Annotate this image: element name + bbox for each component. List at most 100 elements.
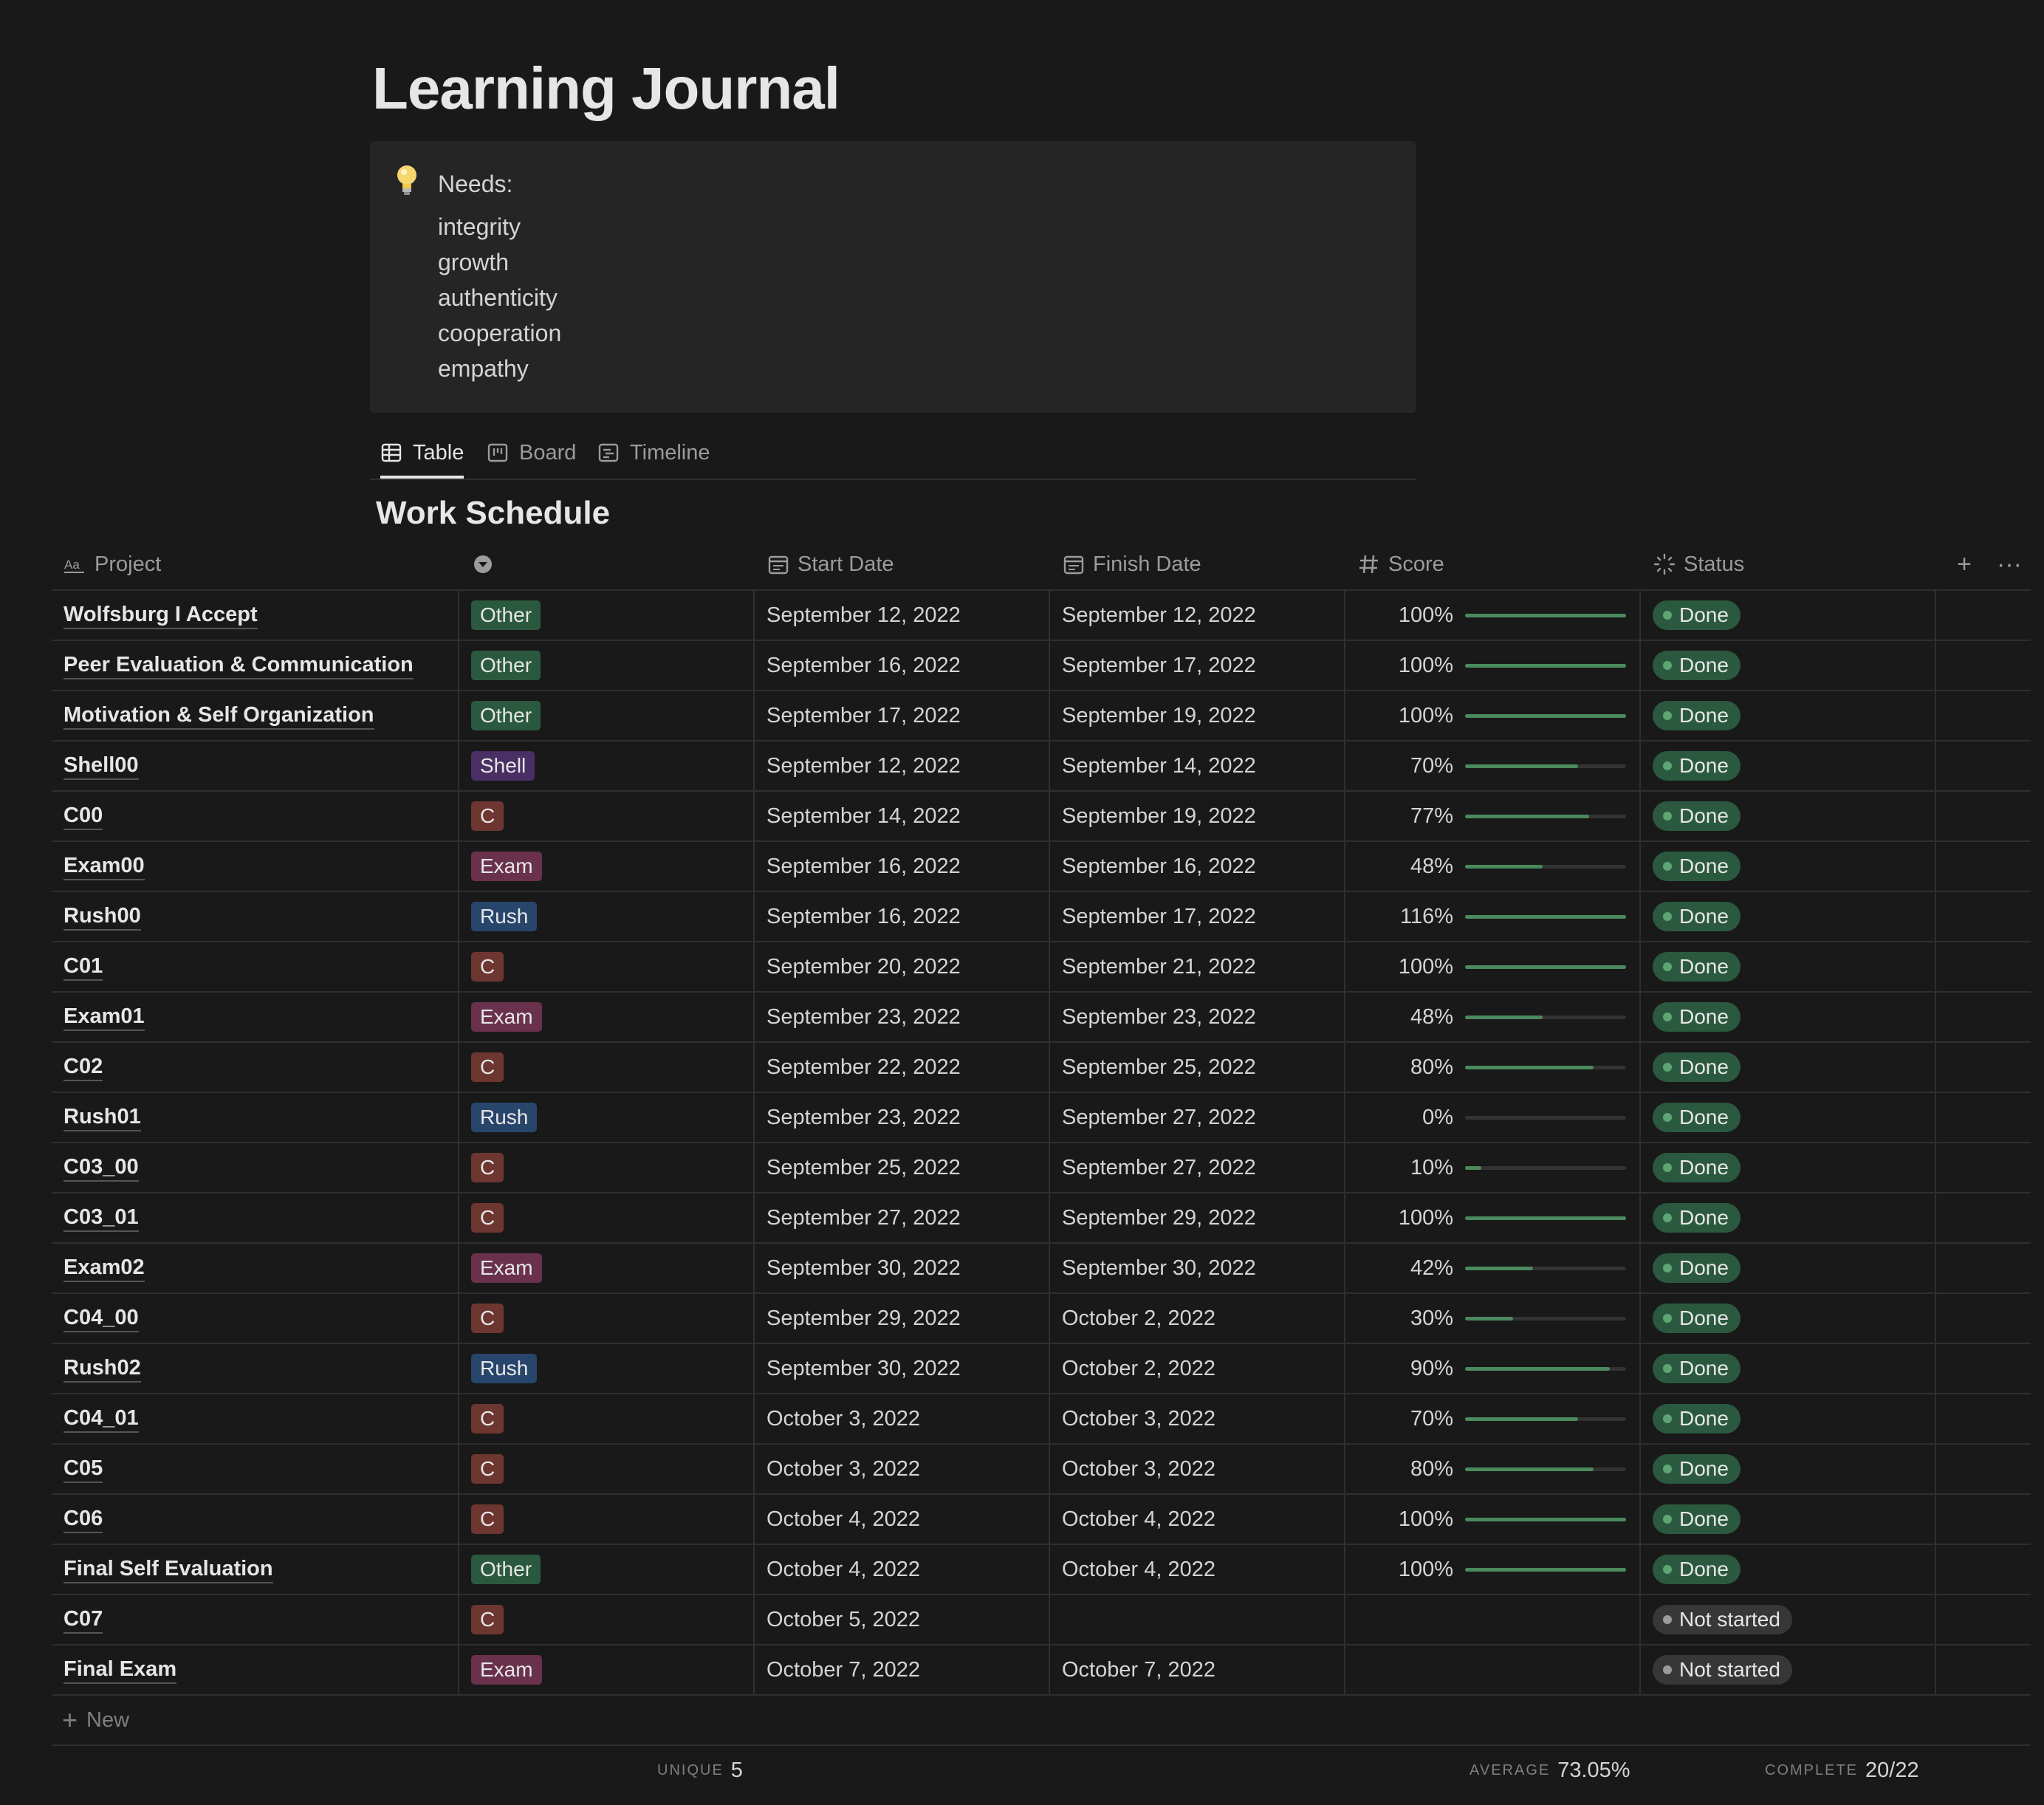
project-cell[interactable]: C04_01 [64,1394,139,1443]
start-date-cell[interactable]: September 30, 2022 [766,1344,961,1393]
start-date-cell[interactable]: September 23, 2022 [766,1093,961,1142]
score-cell[interactable]: 100% [1357,591,1653,640]
project-name[interactable]: Final Exam [64,1656,177,1684]
project-name[interactable]: C03_00 [64,1154,139,1182]
tag-cell[interactable]: C [471,1294,504,1343]
project-name[interactable]: Rush01 [64,1103,141,1131]
column-header-finish-date[interactable]: Finish Date [1062,539,1201,589]
score-cell[interactable]: 100% [1357,641,1653,690]
finish-date-cell[interactable]: September 17, 2022 [1062,641,1256,690]
status-cell[interactable]: Done [1653,691,1741,740]
project-name[interactable]: Exam02 [64,1254,145,1282]
score-cell[interactable]: 80% [1357,1445,1653,1493]
project-name[interactable]: Peer Evaluation & Communication [64,651,414,679]
tab-board[interactable]: Board [487,428,576,477]
project-name[interactable]: C03_01 [64,1204,139,1232]
table-row[interactable]: Exam00 Exam September 16, 2022 September… [52,842,2031,892]
finish-date-cell[interactable]: September 19, 2022 [1062,792,1256,840]
table-row[interactable]: Exam02 Exam September 30, 2022 September… [52,1244,2031,1294]
page-title[interactable]: Learning Journal [372,52,840,126]
start-date-cell[interactable]: September 30, 2022 [766,1244,961,1292]
finish-date-cell[interactable]: September 21, 2022 [1062,942,1256,991]
tag-cell[interactable]: C [471,1394,504,1443]
table-row[interactable]: Final Self Evaluation Other October 4, 2… [52,1545,2031,1595]
score-cell[interactable]: 100% [1357,1193,1653,1242]
project-cell[interactable]: Motivation & Self Organization [64,691,374,740]
finish-date-cell[interactable]: September 27, 2022 [1062,1093,1256,1142]
tab-timeline[interactable]: Timeline [597,428,710,477]
score-cell[interactable]: 42% [1357,1244,1653,1292]
project-cell[interactable]: Shell00 [64,741,139,790]
finish-date-cell[interactable]: October 3, 2022 [1062,1445,1215,1493]
table-row[interactable]: C07 C October 5, 2022 Not started [52,1595,2031,1645]
project-cell[interactable]: C02 [64,1043,103,1092]
start-date-cell[interactable]: October 4, 2022 [766,1545,920,1594]
start-date-cell[interactable]: September 27, 2022 [766,1193,961,1242]
column-header-tag[interactable] [471,539,502,589]
project-name[interactable]: C01 [64,953,103,981]
start-date-cell[interactable]: October 3, 2022 [766,1445,920,1493]
tag-cell[interactable]: Exam [471,842,542,891]
project-name[interactable]: Exam01 [64,1003,145,1031]
start-date-cell[interactable]: September 17, 2022 [766,691,961,740]
project-cell[interactable]: Final Exam [64,1645,177,1694]
project-cell[interactable]: C03_00 [64,1143,139,1192]
finish-date-cell[interactable]: October 2, 2022 [1062,1344,1215,1393]
score-cell[interactable]: 100% [1357,1545,1653,1594]
column-header-score[interactable]: Score [1357,539,1444,589]
table-row[interactable]: Wolfsburg I Accept Other September 12, 2… [52,591,2031,641]
project-name[interactable]: Rush00 [64,902,141,931]
finish-date-cell[interactable]: September 27, 2022 [1062,1143,1256,1192]
score-cell[interactable]: 10% [1357,1143,1653,1192]
table-row[interactable]: Rush00 Rush September 16, 2022 September… [52,892,2031,942]
finish-date-cell[interactable]: September 14, 2022 [1062,741,1256,790]
project-name[interactable]: C07 [64,1606,103,1634]
project-cell[interactable]: C03_01 [64,1193,139,1242]
score-cell[interactable]: 116% [1357,892,1653,941]
project-name[interactable]: Wolfsburg I Accept [64,601,258,629]
table-row[interactable]: C04_00 C September 29, 2022 October 2, 2… [52,1294,2031,1344]
status-cell[interactable]: Not started [1653,1645,1792,1694]
needs-callout[interactable]: Needs: integrity growth authenticity coo… [370,141,1416,413]
table-row[interactable]: C06 C October 4, 2022 October 4, 2022 10… [52,1495,2031,1545]
start-date-cell[interactable]: September 14, 2022 [766,792,961,840]
tag-cell[interactable]: Rush [471,1344,538,1393]
finish-date-cell[interactable]: October 4, 2022 [1062,1545,1215,1594]
finish-date-cell[interactable]: September 19, 2022 [1062,691,1256,740]
table-row[interactable]: Motivation & Self Organization Other Sep… [52,691,2031,741]
status-cell[interactable]: Not started [1653,1595,1792,1644]
project-cell[interactable]: C06 [64,1495,103,1544]
finish-date-cell[interactable]: September 25, 2022 [1062,1043,1256,1092]
finish-date-cell[interactable]: September 30, 2022 [1062,1244,1256,1292]
start-date-cell[interactable]: October 4, 2022 [766,1495,920,1544]
project-name[interactable]: C02 [64,1053,103,1081]
tag-cell[interactable]: C [471,792,504,840]
status-cell[interactable]: Done [1653,942,1741,991]
finish-date-cell[interactable]: October 3, 2022 [1062,1394,1215,1443]
finish-date-cell[interactable]: October 2, 2022 [1062,1294,1215,1343]
tag-cell[interactable]: Exam [471,1645,542,1694]
score-cell[interactable]: 70% [1357,1394,1653,1443]
score-cell[interactable]: 48% [1357,842,1653,891]
project-name[interactable]: C00 [64,802,103,830]
table-row[interactable]: Rush02 Rush September 30, 2022 October 2… [52,1344,2031,1394]
project-cell[interactable]: Exam01 [64,993,145,1041]
table-row[interactable]: C00 C September 14, 2022 September 19, 2… [52,792,2031,842]
tab-table[interactable]: Table [380,428,464,479]
status-cell[interactable]: Done [1653,1545,1741,1594]
column-header-status[interactable]: Status [1653,539,1744,589]
project-cell[interactable]: C00 [64,792,103,840]
project-cell[interactable]: C04_00 [64,1294,139,1343]
status-cell[interactable]: Done [1653,591,1741,640]
status-cell[interactable]: Done [1653,1294,1741,1343]
finish-date-cell[interactable]: September 29, 2022 [1062,1193,1256,1242]
complete-calculation[interactable]: COMPLETE 20/22 [1765,1746,1919,1795]
project-name[interactable]: C06 [64,1505,103,1533]
project-cell[interactable]: C01 [64,942,103,991]
table-row[interactable]: Shell00 Shell September 12, 2022 Septemb… [52,741,2031,792]
start-date-cell[interactable]: September 12, 2022 [766,741,961,790]
unique-calculation[interactable]: UNIQUE 5 [657,1746,743,1795]
status-cell[interactable]: Done [1653,1143,1741,1192]
score-cell[interactable]: 77% [1357,792,1653,840]
start-date-cell[interactable]: September 25, 2022 [766,1143,961,1192]
